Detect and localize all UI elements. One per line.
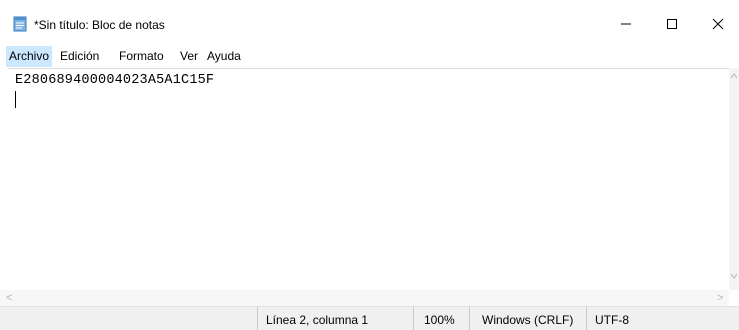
menu-ver[interactable]: Ver <box>180 46 198 67</box>
close-icon <box>712 18 724 30</box>
status-bar: Línea 2, columna 1 100% Windows (CRLF) U… <box>0 306 739 330</box>
line-ending: Windows (CRLF) <box>482 313 574 327</box>
status-divider <box>257 307 258 330</box>
status-divider <box>469 307 470 330</box>
maximize-icon <box>667 19 677 29</box>
scroll-up-icon[interactable] <box>730 72 738 82</box>
menu-formato[interactable]: Formato <box>119 46 164 67</box>
maximize-button[interactable] <box>649 2 695 46</box>
menu-edicion[interactable]: Edición <box>60 46 99 67</box>
cursor-position: Línea 2, columna 1 <box>266 313 369 327</box>
menu-archivo[interactable]: Archivo <box>6 46 53 67</box>
encoding: UTF-8 <box>595 313 629 327</box>
status-divider <box>413 307 414 330</box>
minimize-icon <box>621 23 631 25</box>
window-title: *Sin título: Bloc de notas <box>34 18 165 32</box>
scroll-right-icon[interactable]: > <box>717 293 723 304</box>
menu-ayuda[interactable]: Ayuda <box>207 46 241 67</box>
notepad-icon[interactable] <box>12 16 28 32</box>
text-caret <box>15 91 16 108</box>
zoom-level: 100% <box>424 313 455 327</box>
scroll-left-icon[interactable]: < <box>6 293 12 304</box>
scroll-down-icon[interactable] <box>730 272 738 282</box>
status-divider <box>586 307 587 330</box>
horizontal-scrollbar[interactable]: < > <box>0 290 729 306</box>
text-editor[interactable]: E280689400004023A5A1C15F <box>8 68 729 291</box>
title-bar: *Sin título: Bloc de notas <box>0 0 739 46</box>
minimize-button[interactable] <box>603 2 649 46</box>
editor-line-1: E280689400004023A5A1C15F <box>15 73 215 88</box>
close-button[interactable] <box>695 2 739 46</box>
menu-bar: Archivo Edición Formato Ver Ayuda <box>0 46 739 67</box>
vertical-scrollbar[interactable] <box>729 68 739 290</box>
